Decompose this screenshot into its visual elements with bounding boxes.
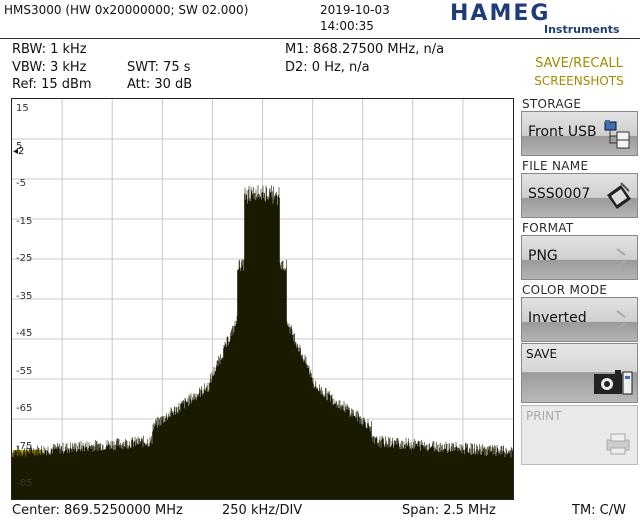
colormode-button[interactable]: Inverted [521, 297, 638, 342]
filename-value: SSS0007 [528, 186, 591, 202]
y-tick-label: -35 [16, 290, 33, 302]
print-button[interactable]: PRINT [521, 405, 638, 465]
delta2-readout: D2: 0 Hz, n/a [285, 60, 370, 75]
spectrum-trace-svg [12, 99, 513, 499]
y-tick-label: -75 [16, 440, 33, 452]
save-button[interactable]: SAVE [521, 343, 638, 403]
trigger-mode: TM: C/W [572, 503, 626, 518]
colormode-value: Inverted [528, 310, 587, 326]
span-readout: Span: 2.5 MHz [402, 503, 496, 518]
spectrum-trace-path [12, 185, 513, 499]
colormode-label: COLOR MODE [522, 283, 608, 297]
printer-icon [606, 433, 630, 455]
header-divider [0, 38, 640, 39]
format-button[interactable]: PNG [521, 235, 638, 280]
y-tick-label: -45 [16, 328, 33, 339]
ref-level-readout: Ref: 15 dBm [12, 77, 92, 92]
rotary-knob-icon [616, 310, 626, 330]
hameg-logo: HAMEG [450, 1, 551, 26]
sweep-time-readout: SWT: 75 s [127, 60, 191, 75]
spectrum-plot[interactable]: 15 5 -5 -15 -25 -35 -45 -55 -65 -75 -85 ◂2 [11, 98, 514, 500]
marker1-readout: M1: 868.27500 MHz, n/a [285, 42, 445, 57]
y-tick-label: -85 [16, 478, 33, 489]
filename-label: FILE NAME [522, 159, 589, 173]
folder-tree-icon [604, 120, 630, 149]
rbw-readout: RBW: 1 kHz [12, 42, 87, 57]
y-tick-label: -15 [16, 215, 33, 227]
date-display: 2019-10-03 [320, 3, 390, 17]
time-display: 14:00:35 [320, 19, 374, 33]
div-scale: 250 kHz/DIV [222, 503, 303, 518]
y-tick-label: -5 [16, 178, 26, 189]
spectrum-trace [12, 185, 513, 499]
save-label: SAVE [526, 347, 558, 361]
menu-subtitle: SCREENSHOTS [534, 74, 624, 88]
storage-button[interactable]: Front USB [521, 111, 638, 156]
hameg-logo-sub: Instruments [544, 23, 620, 36]
menu-title: SAVE/RECALL [535, 56, 623, 71]
marker2-label: 2 [18, 146, 25, 157]
y-tick-label: -65 [16, 403, 33, 414]
rotary-knob-icon [616, 248, 626, 268]
keyboard-edit-icon [607, 182, 631, 209]
attenuation-readout: Att: 30 dB [127, 77, 193, 92]
vbw-readout: VBW: 3 kHz [12, 60, 87, 75]
format-value: PNG [528, 248, 558, 264]
y-tick-label: 15 [16, 103, 29, 114]
center-frequency: Center: 869.5250000 MHz [12, 503, 183, 518]
camera-icon [594, 370, 633, 395]
instrument-model: HMS3000 (HW 0x20000000; SW 02.000) [4, 3, 249, 17]
filename-button[interactable]: SSS0007 [521, 173, 638, 218]
storage-label: STORAGE [522, 97, 582, 111]
print-label: PRINT [526, 409, 562, 423]
y-tick-label: -55 [16, 365, 33, 377]
format-label: FORMAT [522, 221, 574, 235]
marker2-flag-icon: ◂2 [13, 146, 25, 157]
storage-value: Front USB [528, 124, 597, 140]
y-tick-label: -25 [16, 253, 33, 264]
